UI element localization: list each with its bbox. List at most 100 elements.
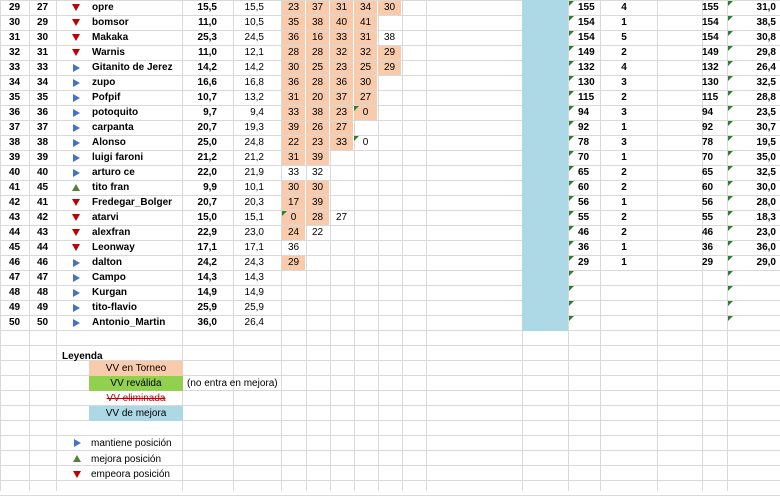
round-score[interactable]: 30 bbox=[282, 181, 305, 195]
score-a[interactable]: 24,2 bbox=[183, 255, 217, 270]
position-cell[interactable]: 39 bbox=[29, 150, 56, 165]
total-points[interactable] bbox=[578, 270, 600, 285]
average[interactable] bbox=[727, 270, 776, 285]
average[interactable]: 36,0 bbox=[727, 240, 776, 255]
position-cell[interactable]: 49 bbox=[29, 300, 56, 315]
total-points[interactable]: 149 bbox=[578, 45, 600, 60]
score-a[interactable]: 20,7 bbox=[183, 120, 217, 135]
score-b[interactable]: 25,9 bbox=[233, 300, 264, 315]
score-b[interactable]: 16,8 bbox=[233, 75, 264, 90]
average[interactable]: 23,5 bbox=[727, 105, 776, 120]
round-score[interactable]: 32 bbox=[330, 46, 353, 60]
average[interactable]: 30,8 bbox=[727, 30, 776, 45]
score-b[interactable]: 14,2 bbox=[233, 60, 264, 75]
round-score[interactable]: 26 bbox=[306, 121, 329, 135]
average[interactable]: 32,5 bbox=[727, 75, 776, 90]
total-points[interactable]: 132 bbox=[578, 60, 600, 75]
total-points-2[interactable]: 65 bbox=[702, 165, 726, 180]
score-a[interactable]: 17,1 bbox=[183, 240, 217, 255]
total-points[interactable]: 65 bbox=[578, 165, 600, 180]
total-points-2[interactable] bbox=[702, 300, 726, 315]
score-b[interactable]: 14,9 bbox=[233, 285, 264, 300]
total-points[interactable]: 56 bbox=[578, 195, 600, 210]
round-score[interactable]: 38 bbox=[306, 106, 329, 120]
total-points[interactable]: 60 bbox=[578, 180, 600, 195]
position-cell[interactable]: 47 bbox=[29, 270, 56, 285]
round-score[interactable]: 25 bbox=[354, 61, 377, 75]
player-name[interactable]: Warnis bbox=[92, 45, 180, 60]
total-points[interactable]: 94 bbox=[578, 105, 600, 120]
player-name[interactable]: arturo ce bbox=[92, 165, 180, 180]
round-score[interactable]: 28 bbox=[282, 46, 305, 60]
rounds-count[interactable] bbox=[600, 270, 648, 285]
position-cell[interactable]: 31 bbox=[29, 45, 56, 60]
round-score[interactable]: 28 bbox=[306, 211, 329, 225]
average[interactable]: 31,0 bbox=[727, 0, 776, 15]
total-points-2[interactable]: 154 bbox=[702, 15, 726, 30]
round-score[interactable]: 37 bbox=[306, 1, 329, 15]
round-score[interactable]: 31 bbox=[354, 31, 377, 45]
total-points[interactable]: 36 bbox=[578, 240, 600, 255]
average[interactable] bbox=[727, 300, 776, 315]
score-a[interactable]: 25,3 bbox=[183, 30, 217, 45]
round-score[interactable]: 30 bbox=[354, 76, 377, 90]
player-name[interactable]: Campo bbox=[92, 270, 180, 285]
score-b[interactable]: 20,3 bbox=[233, 195, 264, 210]
total-points[interactable]: 154 bbox=[578, 15, 600, 30]
round-score[interactable]: 27 bbox=[330, 121, 353, 135]
score-b[interactable]: 24,5 bbox=[233, 30, 264, 45]
player-name[interactable]: Leonway bbox=[92, 240, 180, 255]
round-score[interactable]: 39 bbox=[306, 151, 329, 165]
round-score[interactable]: 30 bbox=[306, 181, 329, 195]
position-cell[interactable]: 50 bbox=[29, 315, 56, 330]
round-score[interactable]: 40 bbox=[330, 16, 353, 30]
total-points-2[interactable]: 130 bbox=[702, 75, 726, 90]
rounds-count[interactable]: 3 bbox=[600, 105, 648, 120]
average[interactable] bbox=[727, 285, 776, 300]
total-points-2[interactable] bbox=[702, 270, 726, 285]
total-points-2[interactable]: 70 bbox=[702, 150, 726, 165]
average[interactable]: 30,7 bbox=[727, 120, 776, 135]
player-name[interactable]: zupo bbox=[92, 75, 180, 90]
score-b[interactable]: 21,9 bbox=[233, 165, 264, 180]
position-cell[interactable]: 27 bbox=[29, 0, 56, 15]
rounds-count[interactable]: 3 bbox=[600, 135, 648, 150]
player-name[interactable]: Antonio_Martin bbox=[92, 315, 180, 330]
round-score[interactable]: 28 bbox=[306, 46, 329, 60]
total-points[interactable]: 29 bbox=[578, 255, 600, 270]
score-b[interactable]: 24,3 bbox=[233, 255, 264, 270]
position-cell[interactable]: 36 bbox=[29, 105, 56, 120]
round-score[interactable]: 30 bbox=[378, 1, 401, 15]
total-points-2[interactable]: 149 bbox=[702, 45, 726, 60]
round-score[interactable]: 36 bbox=[282, 241, 305, 255]
rounds-count[interactable]: 5 bbox=[600, 30, 648, 45]
player-name[interactable]: potoquito bbox=[92, 105, 180, 120]
total-points[interactable]: 78 bbox=[578, 135, 600, 150]
average[interactable]: 38,5 bbox=[727, 15, 776, 30]
position-cell[interactable]: 45 bbox=[29, 180, 56, 195]
average[interactable]: 30,0 bbox=[727, 180, 776, 195]
total-points-2[interactable]: 132 bbox=[702, 60, 726, 75]
rounds-count[interactable] bbox=[600, 285, 648, 300]
average[interactable]: 29,0 bbox=[727, 255, 776, 270]
score-a[interactable]: 22,9 bbox=[183, 225, 217, 240]
round-score[interactable]: 41 bbox=[354, 16, 377, 30]
score-b[interactable]: 19,3 bbox=[233, 120, 264, 135]
round-score[interactable]: 39 bbox=[282, 121, 305, 135]
score-a[interactable]: 36,0 bbox=[183, 315, 217, 330]
player-name[interactable]: luigi faroni bbox=[92, 150, 180, 165]
rounds-count[interactable]: 4 bbox=[600, 60, 648, 75]
rounds-count[interactable]: 4 bbox=[600, 0, 648, 15]
total-points[interactable] bbox=[578, 300, 600, 315]
average[interactable]: 28,8 bbox=[727, 90, 776, 105]
average[interactable] bbox=[727, 315, 776, 330]
total-points-2[interactable]: 155 bbox=[702, 0, 726, 15]
player-name[interactable]: Makaka bbox=[92, 30, 180, 45]
rounds-count[interactable]: 2 bbox=[600, 180, 648, 195]
round-score[interactable]: 33 bbox=[330, 31, 353, 45]
player-name[interactable]: opre bbox=[92, 0, 180, 15]
round-score[interactable]: 16 bbox=[306, 31, 329, 45]
round-score[interactable]: 37 bbox=[330, 91, 353, 105]
position-cell[interactable]: 41 bbox=[29, 195, 56, 210]
average[interactable]: 26,4 bbox=[727, 60, 776, 75]
